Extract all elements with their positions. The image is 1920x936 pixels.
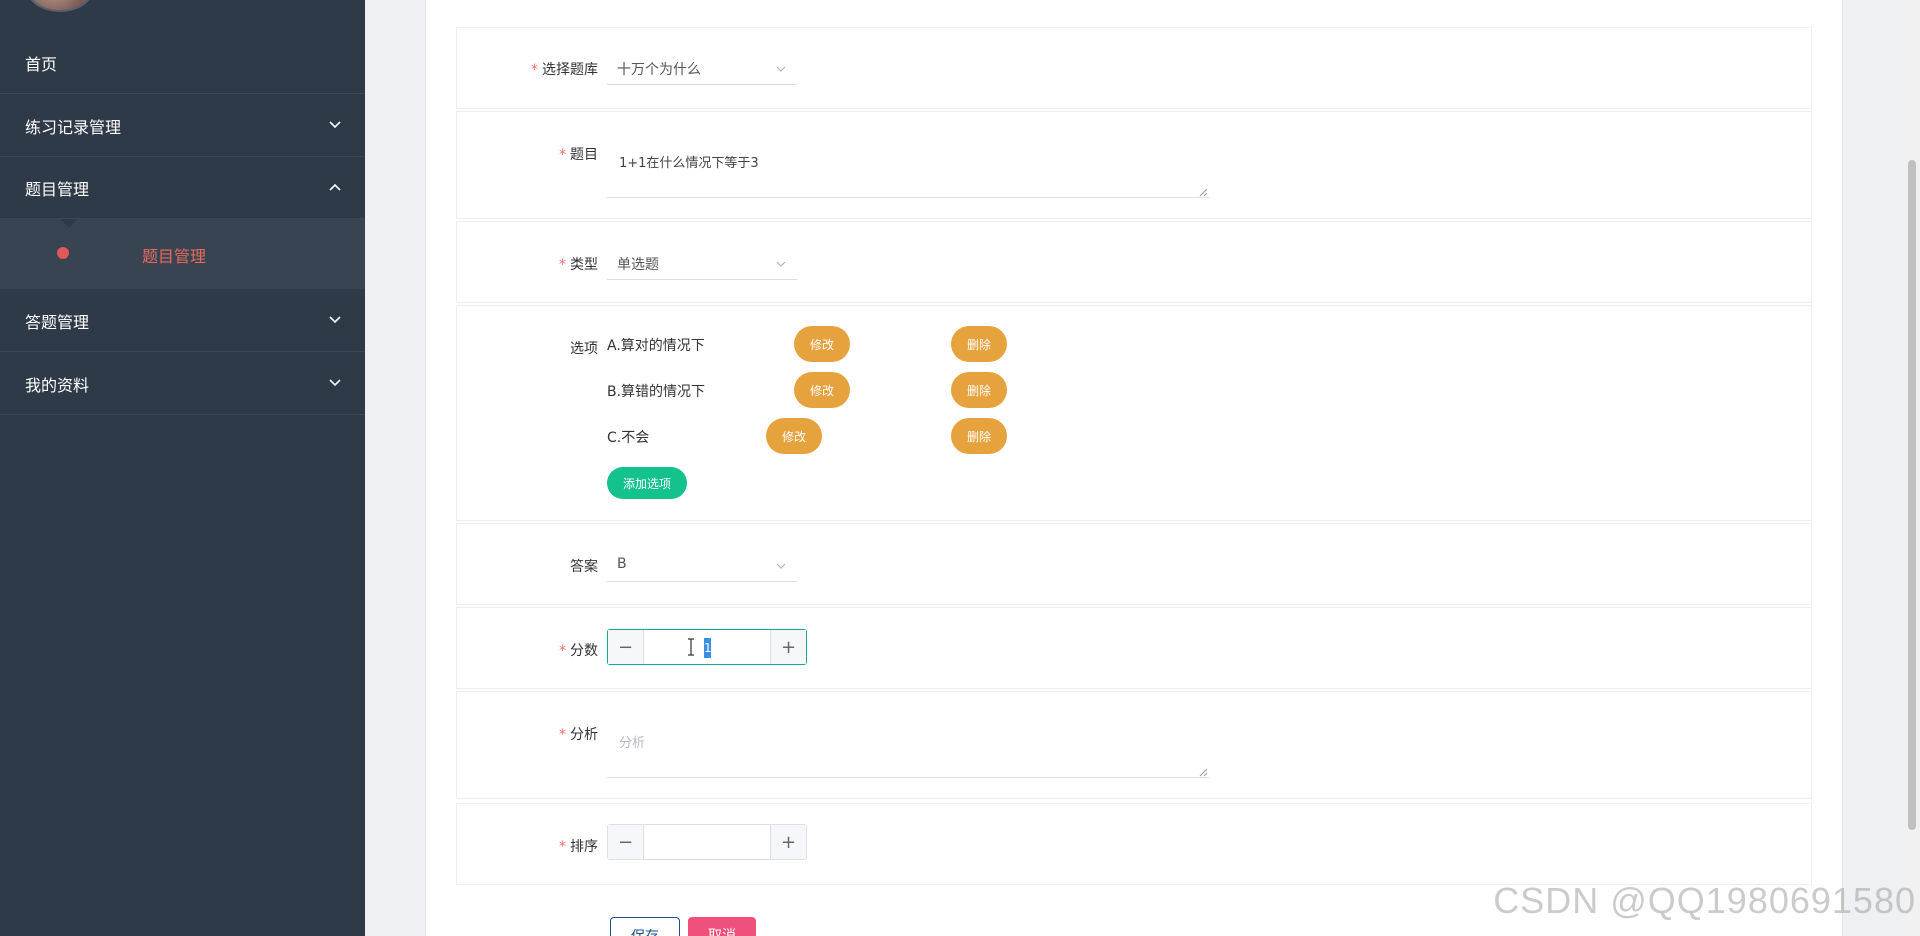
type-select[interactable]: 单选题 — [607, 246, 797, 280]
sidebar-subitem-label: 题目管理 — [141, 247, 206, 266]
option-c-edit-button[interactable]: 修改 — [766, 418, 822, 454]
question-label: * 题目 — [559, 147, 598, 163]
chevron-down-icon — [775, 63, 787, 75]
watermark: CSDN @QQ1980691580 — [1493, 880, 1916, 921]
sidebar-item-home[interactable]: 首页 — [0, 32, 365, 94]
sidebar-item-my-profile[interactable]: 我的资料 — [0, 353, 365, 415]
question-value: 1+1在什么情况下等于3 — [619, 156, 759, 171]
order-stepper[interactable]: − + — [607, 824, 807, 860]
order-input[interactable] — [644, 825, 770, 859]
chevron-down-icon — [327, 375, 343, 391]
option-b-delete-button[interactable]: 删除 — [951, 372, 1007, 408]
option-b-text: B.算错的情况下 — [607, 384, 706, 400]
sidebar-item-label: 首页 — [25, 54, 58, 74]
chevron-down-icon — [775, 258, 787, 270]
option-b-edit-button[interactable]: 修改 — [794, 372, 850, 408]
type-select-value: 单选题 — [617, 257, 659, 273]
option-c-text: C.不会 — [607, 430, 650, 446]
sidebar-item-practice-records[interactable]: 练习记录管理 — [0, 95, 365, 157]
add-option-button[interactable]: 添加选项 — [607, 467, 687, 499]
question-textarea[interactable]: 1+1在什么情况下等于3 — [607, 144, 1209, 198]
active-notch — [60, 219, 78, 228]
active-dot-icon — [57, 247, 69, 259]
answer-select[interactable]: B — [607, 548, 797, 582]
decrement-button[interactable]: − — [608, 630, 644, 664]
chevron-up-icon — [327, 179, 343, 195]
option-a-text: A.算对的情况下 — [607, 338, 705, 354]
score-stepper[interactable]: − 1 + — [607, 629, 807, 665]
resize-handle-icon[interactable] — [1198, 766, 1208, 777]
order-label: * 排序 — [559, 839, 598, 855]
type-label: * 类型 — [559, 257, 598, 273]
cancel-button[interactable]: 取消 — [688, 917, 756, 936]
analysis-textarea[interactable]: 分析 — [607, 724, 1209, 778]
score-input[interactable]: 1 — [644, 630, 770, 664]
increment-button[interactable]: + — [770, 630, 806, 664]
sidebar-item-question-management[interactable]: 题目管理 — [0, 157, 365, 219]
scrollbar-thumb[interactable] — [1908, 160, 1916, 830]
score-label: * 分数 — [559, 643, 598, 659]
decrement-button[interactable]: − — [608, 825, 644, 859]
sidebar-item-answer-management[interactable]: 答题管理 — [0, 290, 365, 352]
bank-select[interactable]: 十万个为什么 — [607, 51, 797, 85]
save-button[interactable]: 保存 — [610, 917, 680, 936]
chevron-down-icon — [327, 312, 343, 328]
score-value: 1 — [704, 638, 712, 658]
answer-select-value: B — [617, 556, 627, 572]
option-a-edit-button[interactable]: 修改 — [794, 326, 850, 362]
page-scrollbar[interactable] — [1904, 0, 1920, 936]
sidebar-item-label: 答题管理 — [25, 312, 90, 332]
sidebar-item-label: 题目管理 — [25, 179, 90, 199]
option-c-delete-button[interactable]: 删除 — [951, 418, 1007, 454]
resize-handle-icon[interactable] — [1198, 186, 1208, 197]
chevron-down-icon — [775, 560, 787, 572]
bank-select-value: 十万个为什么 — [617, 62, 701, 78]
chevron-down-icon — [327, 117, 343, 133]
bank-label: * 选择题库 — [531, 62, 598, 78]
sidebar: 首页 练习记录管理 题目管理 题目管理 答题管理 我的资料 — [0, 0, 365, 936]
avatar[interactable] — [26, 0, 94, 12]
sidebar-subitem-question-management[interactable]: 题目管理 — [0, 219, 365, 289]
options-label: 选项 — [570, 341, 598, 357]
analysis-placeholder: 分析 — [619, 736, 646, 751]
option-a-delete-button[interactable]: 删除 — [951, 326, 1007, 362]
sidebar-item-label: 我的资料 — [25, 375, 90, 395]
text-cursor-icon — [686, 638, 696, 656]
analysis-label: * 分析 — [559, 727, 598, 743]
increment-button[interactable]: + — [770, 825, 806, 859]
answer-label: 答案 — [570, 559, 598, 575]
sidebar-item-label: 练习记录管理 — [25, 117, 122, 137]
